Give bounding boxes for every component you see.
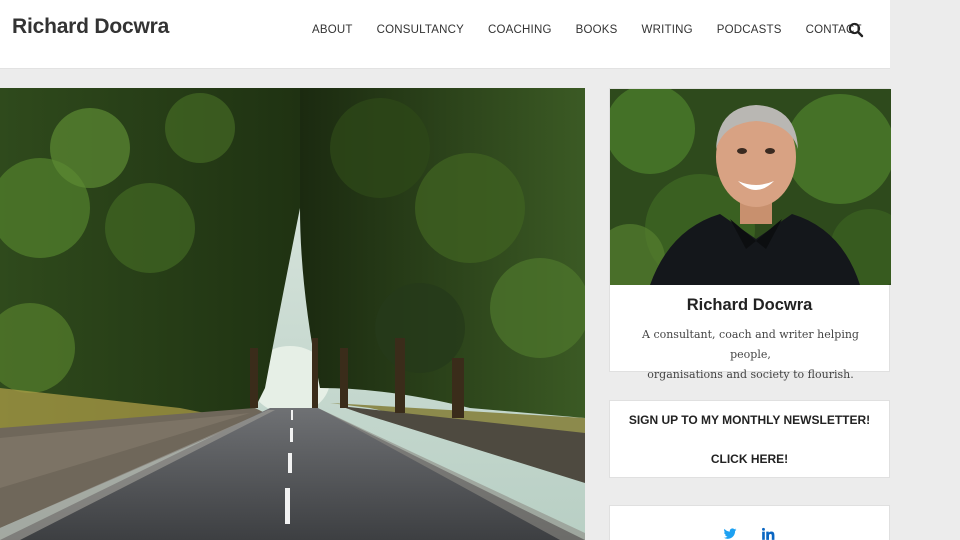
nav-item-coaching[interactable]: COACHING: [488, 23, 552, 37]
profile-bio-line-2: organisations and society to flourish.: [647, 368, 854, 381]
profile-photo: [610, 89, 891, 285]
twitter-icon: [723, 528, 737, 539]
nav-item-podcasts[interactable]: PODCASTS: [717, 23, 782, 37]
social-links-card: [609, 505, 890, 540]
search-icon: [848, 22, 864, 38]
profile-name: Richard Docwra: [686, 296, 813, 314]
site-header: Richard Docwra ABOUT CONSULTANCY COACHIN…: [0, 0, 890, 69]
newsletter-title: SIGN UP TO MY MONTHLY NEWSLETTER!: [628, 413, 871, 427]
newsletter-signup-link[interactable]: CLICK HERE!: [610, 452, 889, 466]
linkedin-link[interactable]: [761, 527, 775, 540]
nav-item-consultancy[interactable]: CONSULTANCY: [377, 23, 464, 37]
profile-bio: A consultant, coach and writer helping p…: [620, 325, 881, 385]
search-button[interactable]: [848, 22, 864, 38]
linkedin-icon: [761, 527, 775, 540]
hero-image: [0, 88, 585, 540]
profile-card: Richard Docwra A consultant, coach and w…: [609, 88, 891, 381]
newsletter-card: SIGN UP TO MY MONTHLY NEWSLETTER! CLICK …: [609, 400, 890, 478]
main-nav: ABOUT CONSULTANCY COACHING BOOKS WRITING…: [312, 23, 886, 37]
nav-item-books[interactable]: BOOKS: [576, 23, 618, 37]
nav-item-about[interactable]: ABOUT: [312, 23, 353, 37]
nav-item-writing[interactable]: WRITING: [642, 23, 693, 37]
site-title[interactable]: Richard Docwra: [12, 15, 169, 39]
profile-bio-line-1: A consultant, coach and writer helping p…: [642, 328, 859, 361]
twitter-link[interactable]: [723, 527, 737, 540]
